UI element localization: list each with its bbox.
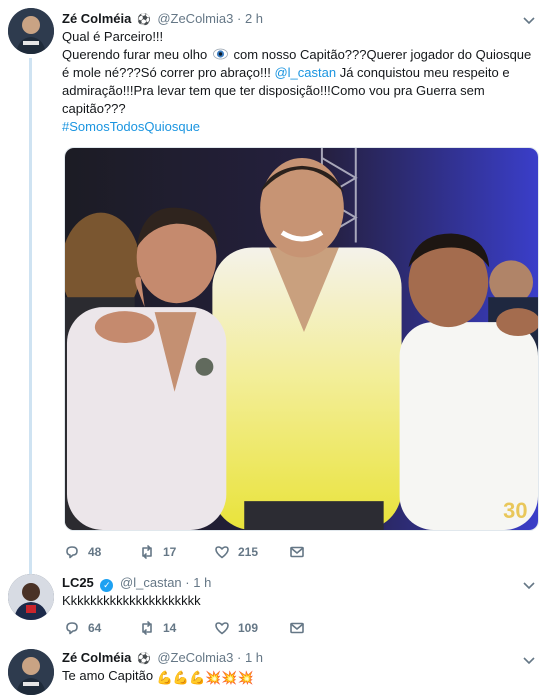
- tweet-3[interactable]: Zé Colméia ⚽ @ZeColmia3 · 1 h Te amo Cap…: [0, 645, 547, 695]
- retweet-button[interactable]: 17: [139, 544, 214, 560]
- envelope-icon: [290, 622, 304, 634]
- reply-icon: [66, 622, 78, 635]
- text-line: capitão???: [62, 101, 126, 116]
- text-content: Te amo Capitão: [62, 668, 154, 683]
- avatar[interactable]: [8, 574, 54, 620]
- avatar[interactable]: [8, 649, 54, 695]
- tweet-2[interactable]: LC25 ✓ @l_castan · 1 h Kkkkkkkkkkkkkkkkk…: [0, 570, 547, 645]
- tweet-text: Kkkkkkkkkkkkkkkkkkkkk: [62, 593, 201, 608]
- tweet-header: LC25 ✓ @l_castan · 1 h: [62, 575, 211, 592]
- retweet-count: 14: [163, 621, 177, 635]
- like-button[interactable]: 109: [214, 620, 289, 636]
- text-line: admiração!!!Pra levar tem que ter dispos…: [62, 83, 485, 98]
- reply-button[interactable]: 48: [64, 544, 139, 560]
- like-count: 109: [238, 621, 259, 635]
- like-button[interactable]: 215: [214, 544, 289, 560]
- text-line: Querendo furar meu olho com nosso Capitã…: [62, 47, 532, 62]
- verified-badge-icon: ✓: [100, 579, 114, 592]
- reply-count: 64: [88, 621, 102, 635]
- timestamp[interactable]: 2 h: [245, 11, 263, 26]
- eye-emoji-icon: [212, 48, 228, 60]
- tweet-1[interactable]: Zé Colméia ⚽ @ZeColmia3 · 2 h Qual é Par…: [0, 0, 547, 578]
- text-line: é mole né???Só correr pro abraço!!! @l_c…: [62, 65, 510, 80]
- separator: ·: [237, 11, 242, 26]
- reply-button[interactable]: 64: [64, 620, 139, 636]
- tweet-photo[interactable]: 30: [64, 147, 539, 531]
- timestamp[interactable]: 1 h: [245, 650, 263, 665]
- mention-link[interactable]: @l_castan: [274, 65, 336, 80]
- user-handle[interactable]: @l_castan: [120, 575, 182, 590]
- svg-text:30: 30: [503, 498, 527, 523]
- tweet-text: Qual é Parceiro!!! Querendo furar meu ol…: [62, 28, 540, 136]
- message-button[interactable]: [289, 620, 364, 636]
- club-badge-icon: ⚽: [136, 14, 151, 26]
- separator: ·: [185, 575, 190, 590]
- hashtag-link[interactable]: #SomosTodosQuiosque: [62, 118, 540, 136]
- tweet-text: Te amo Capitão 💪💪💪💥💥💥: [62, 667, 540, 687]
- retweet-icon: [142, 621, 152, 635]
- thread-line: [29, 58, 32, 578]
- tweet-header: Zé Colméia ⚽ @ZeColmia3 · 1 h: [62, 650, 263, 667]
- avatar[interactable]: [8, 8, 54, 54]
- retweet-button[interactable]: 14: [139, 620, 214, 636]
- display-name[interactable]: Zé Colméia: [62, 650, 131, 665]
- emoji-sequence: 💪💪💪💥💥💥: [156, 670, 254, 685]
- text-line: Qual é Parceiro!!!: [62, 29, 164, 44]
- message-button[interactable]: [289, 544, 364, 560]
- display-name[interactable]: Zé Colméia: [62, 11, 131, 26]
- chevron-down-icon[interactable]: [523, 578, 535, 592]
- chevron-down-icon[interactable]: [523, 653, 535, 667]
- chevron-down-icon[interactable]: [523, 13, 535, 27]
- heart-icon: [215, 622, 229, 635]
- user-handle[interactable]: @ZeColmia3: [157, 650, 233, 665]
- separator: ·: [237, 650, 242, 665]
- tweet-header: Zé Colméia ⚽ @ZeColmia3 · 2 h: [62, 11, 263, 28]
- reply-count: 48: [88, 545, 102, 559]
- retweet-count: 17: [163, 545, 177, 559]
- user-handle[interactable]: @ZeColmia3: [157, 11, 233, 26]
- tweet-actions: 48 17 215: [64, 544, 364, 560]
- envelope-icon: [290, 546, 304, 558]
- heart-icon: [215, 546, 229, 559]
- tweet-actions: 64 14 109: [64, 620, 364, 636]
- club-badge-icon: ⚽: [136, 653, 151, 665]
- like-count: 215: [238, 545, 259, 559]
- reply-icon: [66, 546, 78, 559]
- retweet-icon: [142, 545, 152, 559]
- display-name[interactable]: LC25: [62, 575, 94, 590]
- timestamp[interactable]: 1 h: [193, 575, 211, 590]
